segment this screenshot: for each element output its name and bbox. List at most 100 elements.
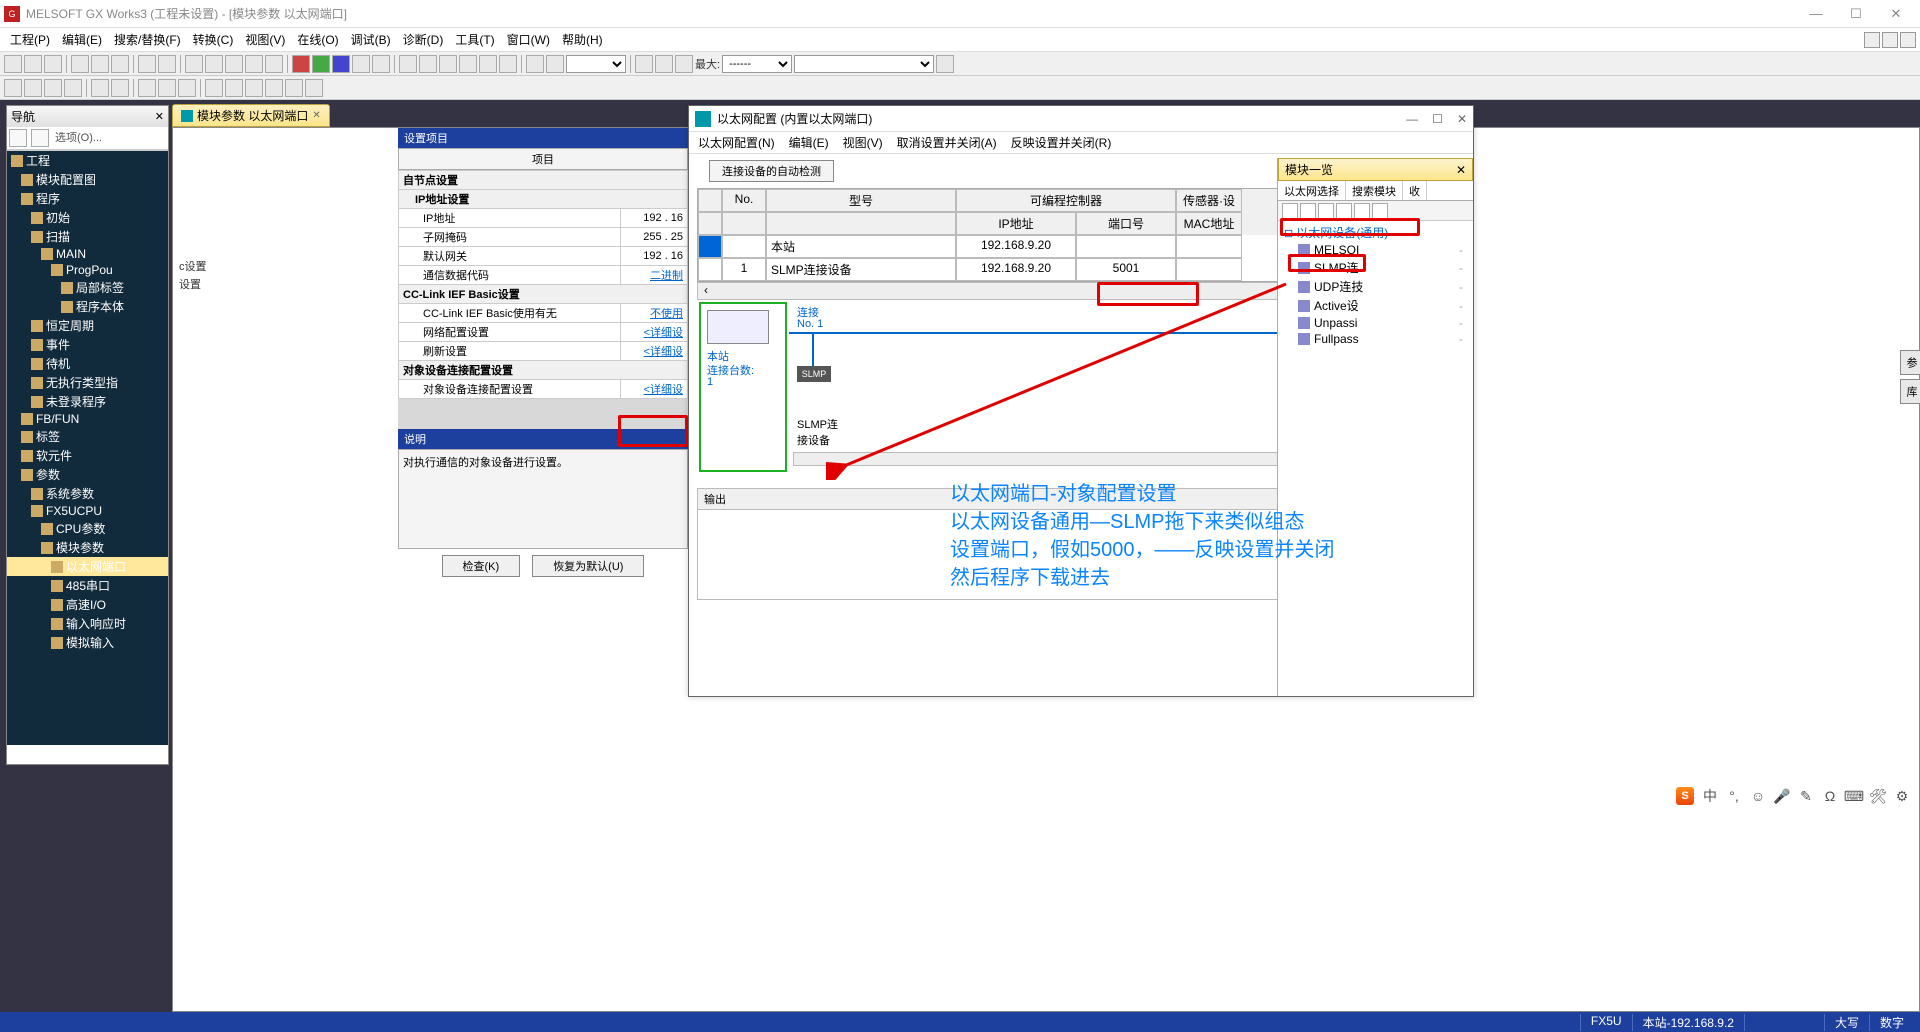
check-button[interactable]: 检查(K): [442, 555, 521, 577]
param-row[interactable]: 对象设备连接配置设置: [399, 361, 688, 380]
tool2-g-icon[interactable]: [138, 79, 156, 97]
eth-menu-reflect[interactable]: 反映设置并关闭(R): [1008, 134, 1115, 151]
param-row[interactable]: 通信数据代码二进制: [399, 266, 688, 285]
param-row[interactable]: 对象设备连接配置设置<详细设: [399, 380, 688, 399]
menu-edit[interactable]: 编辑(E): [56, 29, 108, 50]
tool-d-icon[interactable]: [245, 55, 263, 73]
sogou-logo-icon[interactable]: S: [1676, 787, 1694, 805]
tool-redo-icon[interactable]: [158, 55, 176, 73]
mod-item-fullpass[interactable]: Fullpass-: [1280, 331, 1471, 347]
tool2-a-icon[interactable]: [4, 79, 22, 97]
tool-cut-icon[interactable]: [71, 55, 89, 73]
ime-toolbox-icon[interactable]: 🛠: [1870, 788, 1886, 804]
eth-close-button[interactable]: ✕: [1457, 112, 1467, 126]
param-row[interactable]: 默认网关192 . 16: [399, 247, 688, 266]
modtool-4-icon[interactable]: [1336, 203, 1352, 219]
auto-detect-button[interactable]: 连接设备的自动检测: [709, 160, 834, 182]
param-row[interactable]: CC-Link IEF Basic设置: [399, 285, 688, 304]
tree-item[interactable]: 标签: [7, 427, 168, 446]
tool-e-icon[interactable]: [265, 55, 283, 73]
menu-search[interactable]: 搜索/替换(F): [108, 29, 187, 50]
modtab-eth-select[interactable]: 以太网选择: [1278, 181, 1346, 200]
tool-new-icon[interactable]: [4, 55, 22, 73]
tool-paste-icon[interactable]: [111, 55, 129, 73]
ime-emoji-icon[interactable]: ☺: [1750, 788, 1766, 804]
nav-tree[interactable]: 工程模块配置图程序初始扫描MAINProgPou局部标签程序本体恒定周期事件待机…: [7, 150, 168, 745]
nav-tab-2-icon[interactable]: [31, 129, 49, 147]
eth-max-button[interactable]: ☐: [1432, 112, 1443, 126]
tree-item[interactable]: 扫描: [7, 227, 168, 246]
modtab-search[interactable]: 搜索模块: [1346, 181, 1403, 200]
param-table[interactable]: 自节点设置IP地址设置IP地址192 . 16子网掩码255 . 25默认网关1…: [398, 170, 688, 399]
tool-n-icon[interactable]: [635, 55, 653, 73]
tree-item[interactable]: CPU参数: [7, 519, 168, 538]
tree-item[interactable]: MAIN: [7, 246, 168, 262]
module-tree[interactable]: ⊟ 以太网设备(通用) MELSOI- SLMP连- UDP连技- Active…: [1278, 221, 1473, 349]
tree-item[interactable]: 软元件: [7, 446, 168, 465]
tree-item[interactable]: 事件: [7, 335, 168, 354]
doc-tab-ethernet[interactable]: 模块参数 以太网端口 ✕: [172, 104, 330, 127]
tool-zoomin-icon[interactable]: [526, 55, 544, 73]
mdi-restore[interactable]: [1882, 32, 1898, 48]
ime-voice-icon[interactable]: 🎤: [1774, 788, 1790, 804]
mod-item-active[interactable]: Active设-: [1280, 296, 1471, 315]
tree-item[interactable]: 参数: [7, 465, 168, 484]
tool-k-icon[interactable]: [459, 55, 477, 73]
ime-settings-icon[interactable]: ⚙: [1894, 788, 1910, 804]
param-row[interactable]: IP地址192 . 16: [399, 209, 688, 228]
param-row[interactable]: 自节点设置: [399, 171, 688, 190]
nav-options-link[interactable]: 选项(O)...: [51, 127, 106, 149]
module-list-close-icon[interactable]: ✕: [1456, 163, 1466, 177]
mod-item-melsoft[interactable]: MELSOI-: [1280, 242, 1471, 258]
tool2-m-icon[interactable]: [265, 79, 283, 97]
tree-item[interactable]: 模块配置图: [7, 170, 168, 189]
param-row[interactable]: 子网掩码255 . 25: [399, 228, 688, 247]
eth-menu-view[interactable]: 视图(V): [840, 134, 886, 151]
tree-item[interactable]: 系统参数: [7, 484, 168, 503]
ime-handwrite-icon[interactable]: ✎: [1798, 788, 1814, 804]
menu-view[interactable]: 视图(V): [239, 29, 291, 50]
tool-wide-combo[interactable]: [794, 55, 934, 73]
tool2-c-icon[interactable]: [44, 79, 62, 97]
menu-window[interactable]: 窗口(W): [501, 29, 556, 50]
nav-tab-1-icon[interactable]: [9, 129, 27, 147]
tool2-l-icon[interactable]: [245, 79, 263, 97]
tool-p-icon[interactable]: [675, 55, 693, 73]
tree-item[interactable]: FB/FUN: [7, 411, 168, 427]
tool-copy-icon[interactable]: [91, 55, 109, 73]
nav-close-icon[interactable]: ✕: [155, 110, 164, 123]
modtool-6-icon[interactable]: [1372, 203, 1388, 219]
tool-m-icon[interactable]: [499, 55, 517, 73]
tool-l-icon[interactable]: [479, 55, 497, 73]
tree-item[interactable]: 程序: [7, 189, 168, 208]
tool2-o-icon[interactable]: [305, 79, 323, 97]
tool-save-icon[interactable]: [44, 55, 62, 73]
tree-item[interactable]: 恒定周期: [7, 316, 168, 335]
tree-item[interactable]: 未登录程序: [7, 392, 168, 411]
eth-menu-cancel[interactable]: 取消设置并关闭(A): [894, 134, 1000, 151]
tool-open-icon[interactable]: [24, 55, 42, 73]
tree-item[interactable]: 以太网端口: [7, 557, 168, 576]
module-category[interactable]: ⊟ 以太网设备(通用): [1280, 223, 1471, 242]
tool-green1-icon[interactable]: [312, 55, 330, 73]
ime-punct-icon[interactable]: °,: [1726, 788, 1742, 804]
tree-item[interactable]: 无执行类型指: [7, 373, 168, 392]
tree-item[interactable]: 工程: [7, 151, 168, 170]
tool-o-icon[interactable]: [655, 55, 673, 73]
minimize-button[interactable]: —: [1796, 0, 1836, 28]
tool-g-icon[interactable]: [372, 55, 390, 73]
tree-item[interactable]: ProgPou: [7, 262, 168, 278]
tree-item[interactable]: 输入响应时: [7, 614, 168, 633]
doc-tab-close-icon[interactable]: ✕: [312, 110, 320, 121]
tree-item[interactable]: 初始: [7, 208, 168, 227]
mdi-min[interactable]: [1864, 32, 1880, 48]
tool2-j-icon[interactable]: [205, 79, 223, 97]
tool-blue1-icon[interactable]: [332, 55, 350, 73]
param-row[interactable]: 网络配置设置<详细设: [399, 323, 688, 342]
maximize-button[interactable]: ☐: [1836, 0, 1876, 28]
modtool-2-icon[interactable]: [1300, 203, 1316, 219]
restore-button[interactable]: 恢复为默认(U): [532, 555, 644, 577]
tool-h-icon[interactable]: [399, 55, 417, 73]
tree-item[interactable]: 程序本体: [7, 297, 168, 316]
side-btn-lib[interactable]: 库: [1900, 379, 1920, 404]
